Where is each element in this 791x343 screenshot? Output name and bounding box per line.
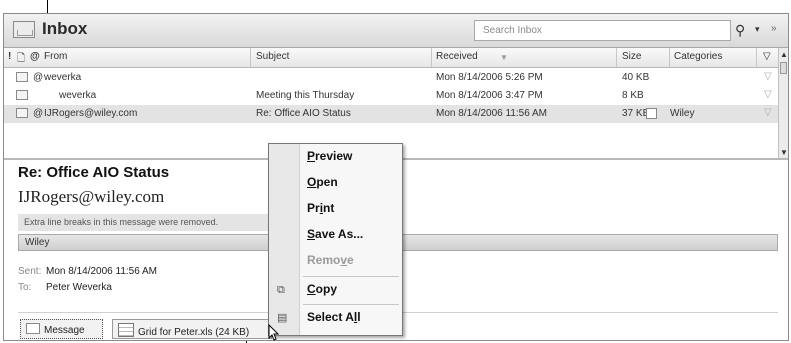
- attachment-tab-label: Grid for Peter.xls (24 KB): [138, 327, 250, 338]
- message-list-scrollbar[interactable]: ▲ ▼: [778, 48, 788, 158]
- select-all-icon: ▤: [277, 312, 288, 324]
- icon-column-icon[interactable]: 🗋: [17, 51, 25, 68]
- search-options-dropdown[interactable]: ▾: [755, 24, 760, 35]
- info-bar[interactable]: Extra line breaks in this message were r…: [18, 214, 274, 231]
- message-from: weverka: [44, 72, 82, 83]
- scroll-down-arrow-icon[interactable]: ▼: [780, 148, 788, 157]
- copy-icon: ⧉: [277, 284, 285, 296]
- sent-value: Mon 8/14/2006 11:56 AM: [46, 266, 158, 277]
- message-tab-label: Message: [44, 325, 85, 336]
- column-size[interactable]: Size: [622, 51, 641, 62]
- menu-separator: [303, 276, 399, 277]
- message-received: Mon 8/14/2006 5:26 PM: [436, 72, 543, 83]
- menu-item-save-as[interactable]: Save As...: [307, 227, 363, 241]
- inbox-icon: [13, 21, 35, 38]
- envelope-read-icon: [16, 108, 28, 118]
- column-divider[interactable]: [250, 48, 251, 67]
- menu-item-open[interactable]: Open: [307, 175, 338, 189]
- reading-pane-subject: Re: Office AIO Status: [18, 164, 170, 181]
- column-received[interactable]: Received: [436, 51, 478, 62]
- column-subject[interactable]: Subject: [256, 51, 289, 62]
- menu-item-remove: Remove: [307, 253, 354, 267]
- attachment-icon: @: [33, 72, 44, 83]
- message-subject: Re: Office AIO Status: [256, 108, 351, 119]
- envelope-read-icon: [16, 72, 28, 82]
- to-label: To:: [18, 282, 32, 293]
- message-size: 8 KB: [622, 90, 644, 101]
- message-size: 40 KB: [622, 72, 650, 83]
- attachment-context-menu: Preview Open Print Save As... Remove ⧉ C…: [268, 143, 403, 336]
- importance-column-icon[interactable]: !: [8, 51, 11, 62]
- menu-item-preview[interactable]: Preview: [307, 149, 352, 163]
- flag-icon[interactable]: ▽: [764, 71, 772, 82]
- column-categories[interactable]: Categories: [674, 51, 722, 62]
- message-row[interactable]: weverka Meeting this Thursday Mon 8/14/2…: [4, 87, 778, 104]
- envelope-icon: [26, 323, 40, 334]
- attachment-column-icon[interactable]: @: [30, 51, 40, 62]
- menu-item-print[interactable]: Print: [307, 201, 334, 215]
- column-divider[interactable]: [616, 48, 617, 67]
- scroll-up-arrow-icon[interactable]: ▲: [780, 50, 788, 59]
- excel-file-icon: [118, 323, 134, 337]
- message-row[interactable]: @ weverka Mon 8/14/2006 5:26 PM 40 KB ▽: [4, 69, 778, 86]
- column-divider[interactable]: [669, 48, 670, 67]
- message-from: IJRogers@wiley.com: [44, 108, 138, 119]
- message-received: Mon 8/14/2006 3:47 PM: [436, 90, 543, 101]
- column-divider[interactable]: [756, 48, 757, 67]
- message-from: weverka: [59, 90, 97, 101]
- category-color-swatch: [646, 108, 657, 119]
- sent-label: Sent:: [18, 266, 42, 277]
- column-from[interactable]: From: [44, 51, 67, 62]
- menu-item-copy[interactable]: Copy: [307, 282, 337, 296]
- flag-icon[interactable]: ▽: [764, 89, 772, 100]
- search-input[interactable]: Search Inbox: [474, 20, 731, 41]
- message-subject: Meeting this Thursday: [256, 90, 355, 101]
- inbox-header: Inbox Search Inbox ⚲ ▾ »: [4, 14, 788, 48]
- attachment-tab-excel[interactable]: Grid for Peter.xls (24 KB): [112, 319, 272, 339]
- message-category: Wiley: [670, 108, 695, 119]
- menu-separator: [303, 304, 399, 305]
- message-received: Mon 8/14/2006 11:56 AM: [436, 108, 548, 119]
- message-list-column-header: ! 🗋 @ From Subject Received ▼ Size Categ…: [4, 48, 778, 68]
- sort-descending-icon: ▼: [500, 53, 508, 62]
- attachment-icon: @: [33, 108, 44, 119]
- expand-query-button[interactable]: »: [771, 23, 777, 34]
- message-row-selected[interactable]: @ IJRogers@wiley.com Re: Office AIO Stat…: [4, 105, 778, 123]
- scrollbar-thumb[interactable]: [780, 62, 787, 74]
- search-icon[interactable]: ⚲: [735, 22, 745, 39]
- reading-pane-sender[interactable]: IJRogers@wiley.com: [18, 187, 164, 207]
- flag-icon[interactable]: ▽: [764, 107, 772, 118]
- menu-item-select-all[interactable]: Select All: [307, 310, 361, 324]
- to-value[interactable]: Peter Weverka: [46, 282, 112, 293]
- inbox-title: Inbox: [42, 19, 88, 38]
- menu-icon-gutter: [269, 144, 300, 335]
- message-tab[interactable]: Message: [20, 319, 103, 339]
- column-divider[interactable]: [431, 48, 432, 67]
- mouse-cursor-icon: [268, 324, 280, 341]
- envelope-read-icon: [16, 90, 28, 100]
- flag-column-icon[interactable]: ▽: [763, 51, 771, 62]
